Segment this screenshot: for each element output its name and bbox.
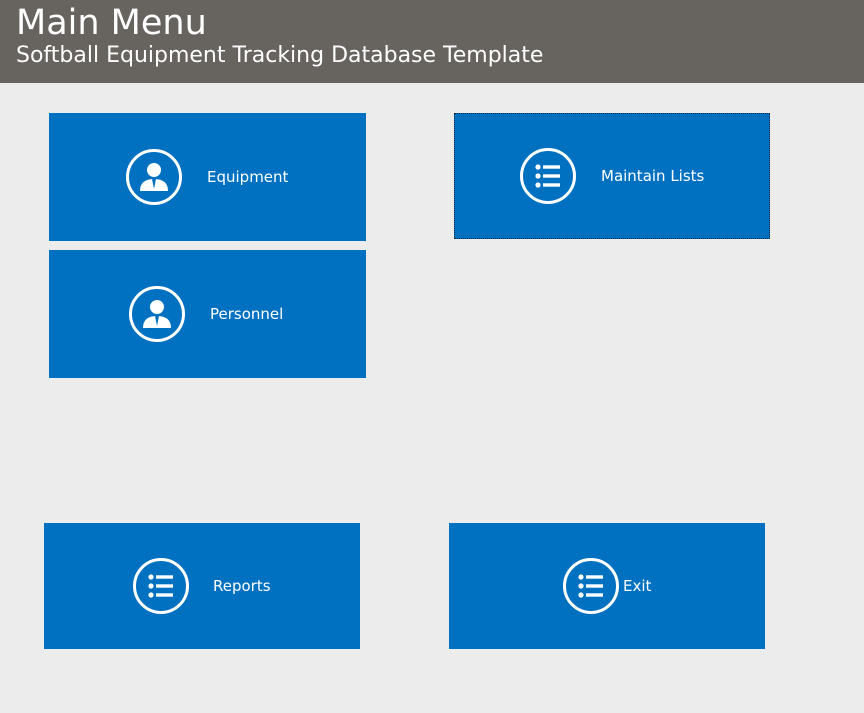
personnel-button[interactable]: Personnel	[49, 250, 366, 378]
personnel-label: Personnel	[210, 305, 284, 323]
list-icon	[133, 558, 189, 614]
reports-label: Reports	[213, 577, 271, 595]
reports-button[interactable]: Reports	[44, 523, 360, 649]
list-icon	[563, 558, 619, 614]
page-title: Main Menu	[16, 3, 207, 43]
person-icon	[126, 149, 182, 205]
person-icon	[129, 286, 185, 342]
list-icon	[520, 148, 576, 204]
equipment-button[interactable]: Equipment	[49, 113, 366, 241]
maintain-lists-label: Maintain Lists	[601, 167, 705, 185]
exit-label: Exit	[623, 577, 652, 595]
maintain-lists-button[interactable]: Maintain Lists	[454, 113, 770, 239]
equipment-label: Equipment	[207, 168, 289, 186]
exit-button[interactable]: Exit	[449, 523, 765, 649]
header-bar: Main Menu Softball Equipment Tracking Da…	[0, 0, 864, 83]
page-subtitle: Softball Equipment Tracking Database Tem…	[16, 43, 544, 68]
